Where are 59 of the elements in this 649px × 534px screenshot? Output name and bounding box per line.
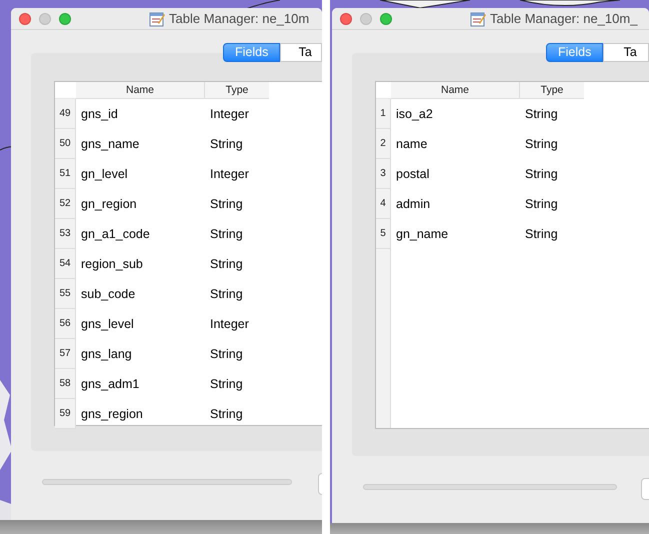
window-title: Table Manager: ne_10m [169, 10, 310, 28]
row-number: 56 [55, 309, 76, 339]
table-edit-icon [149, 10, 165, 26]
table-cell-text: gn_region [80, 196, 138, 213]
table-cell-text: postal [395, 166, 430, 183]
table-cell-text: gns_region [80, 406, 144, 423]
table-cell-text: gns_lang [80, 346, 133, 363]
table-cell-text: Integer [209, 316, 250, 333]
table-cell-text: region_sub [80, 256, 144, 273]
table-cell-text: String [209, 256, 244, 273]
table-cell-text: sub_code [80, 286, 136, 303]
row-number: 51 [55, 159, 76, 189]
row-number: 49 [55, 99, 76, 129]
table-cell-text: Integer [209, 106, 250, 123]
row-number: 50 [55, 129, 76, 159]
row-number: 55 [55, 279, 76, 309]
zoom-button[interactable] [380, 12, 392, 24]
table-cell-text: String [209, 196, 244, 213]
table-edit-icon [470, 10, 486, 26]
table-cell-text: gns_name [80, 136, 140, 153]
row-number: 54 [55, 249, 76, 279]
row-number: 59 [55, 399, 76, 429]
row-number: 53 [55, 219, 76, 249]
table-cell-text: String [524, 166, 559, 183]
table-cell-text: gns_id [80, 106, 119, 123]
table-cell-text: String [209, 406, 244, 423]
table-cell-text: gn_a1_code [80, 226, 151, 243]
close-button[interactable] [19, 12, 31, 24]
close-button[interactable] [340, 12, 352, 24]
table-cell-text: name [395, 136, 428, 153]
table-cell-text: String [524, 226, 559, 243]
zoom-button[interactable] [59, 12, 71, 24]
table-cell-text: admin [395, 196, 432, 213]
table-cell-text: String [524, 136, 559, 153]
table-cell-text: String [209, 226, 244, 243]
column-header[interactable]: Type [520, 82, 584, 99]
table-cell-text: Integer [209, 166, 250, 183]
table-cell-text: iso_a2 [395, 106, 434, 123]
table-cell-text: String [524, 106, 559, 123]
minimize-button[interactable] [39, 12, 51, 24]
table-cell-text: String [209, 136, 244, 153]
row-number: 58 [55, 369, 76, 399]
tab[interactable]: Ta [280, 43, 322, 62]
row-number: 52 [55, 189, 76, 219]
tab[interactable]: Ta [603, 43, 649, 62]
row-number: 57 [55, 339, 76, 369]
table-cell-text: String [209, 376, 244, 393]
table-cell-text: gns_level [80, 316, 135, 333]
table-cell-text: String [524, 196, 559, 213]
window-title: Table Manager: ne_10m_ [490, 10, 638, 28]
column-header[interactable]: Type [205, 82, 269, 99]
column-header[interactable]: Name [391, 82, 520, 99]
column-header[interactable]: Name [76, 82, 205, 99]
table-cell-text: String [209, 286, 244, 303]
table-cell-text: gn_name [395, 226, 450, 243]
minimize-button[interactable] [360, 12, 372, 24]
table-cell-text: String [209, 346, 244, 363]
table-cell-text: gn_level [80, 166, 129, 183]
table-cell-text: gns_adm1 [80, 376, 140, 393]
